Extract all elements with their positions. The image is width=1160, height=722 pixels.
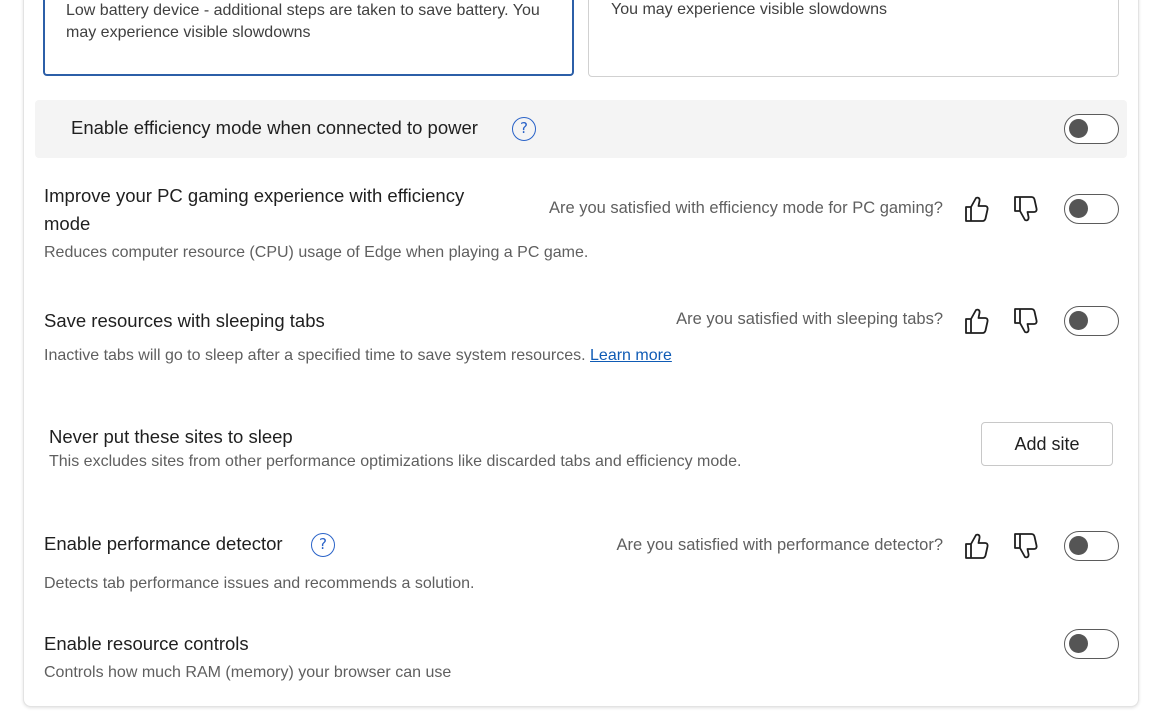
toggle-knob (1069, 311, 1088, 330)
option-low-battery[interactable]: Low battery device - additional steps ar… (43, 0, 574, 76)
gaming-toggle[interactable] (1064, 194, 1119, 224)
thumbs-down-icon[interactable] (1011, 194, 1039, 224)
resource-controls-title: Enable resource controls (44, 633, 249, 654)
option-other-text: You may experience visible slowdowns (611, 1, 887, 18)
gaming-question: Are you satisfied with efficiency mode f… (548, 199, 943, 217)
gaming-description: Reduces computer resource (CPU) usage of… (44, 244, 589, 261)
help-icon[interactable]: ? (512, 117, 536, 141)
help-icon[interactable]: ? (311, 533, 335, 557)
toggle-knob (1069, 119, 1088, 138)
efficiency-power-title: Enable efficiency mode when connected to… (71, 117, 478, 138)
thumbs-down-icon[interactable] (1011, 306, 1039, 336)
sleeping-tabs-title: Save resources with sleeping tabs (44, 310, 325, 331)
sleeping-tabs-description: Inactive tabs will go to sleep after a s… (44, 347, 586, 364)
toggle-knob (1069, 536, 1088, 555)
performance-detector-toggle[interactable] (1064, 531, 1119, 561)
never-sleep-title: Never put these sites to sleep (49, 426, 293, 447)
efficiency-power-toggle[interactable] (1064, 114, 1119, 144)
add-site-button[interactable]: Add site (981, 422, 1113, 466)
thumbs-up-icon[interactable] (962, 531, 990, 561)
option-other[interactable]: You may experience visible slowdowns (588, 0, 1119, 77)
performance-detector-question: Are you satisfied with performance detec… (616, 536, 944, 554)
option-low-battery-text: Low battery device - additional steps ar… (66, 2, 540, 41)
learn-more-link[interactable]: Learn more (590, 347, 672, 364)
sleeping-tabs-question: Are you satisfied with sleeping tabs? (676, 310, 943, 328)
resource-controls-toggle[interactable] (1064, 629, 1119, 659)
never-sleep-description: This excludes sites from other performan… (49, 453, 742, 470)
toggle-knob (1069, 634, 1088, 653)
performance-detector-title: Enable performance detector (44, 533, 283, 554)
gaming-title: Improve your PC gaming experience with e… (44, 185, 465, 234)
thumbs-up-icon[interactable] (962, 306, 990, 336)
resource-controls-description: Controls how much RAM (memory) your brow… (44, 664, 452, 681)
toggle-knob (1069, 199, 1088, 218)
sleeping-tabs-toggle[interactable] (1064, 306, 1119, 336)
thumbs-up-icon[interactable] (962, 194, 990, 224)
sleeping-tabs-description-line: Inactive tabs will go to sleep after a s… (44, 345, 672, 367)
thumbs-down-icon[interactable] (1011, 531, 1039, 561)
performance-detector-description: Detects tab performance issues and recom… (44, 575, 475, 592)
